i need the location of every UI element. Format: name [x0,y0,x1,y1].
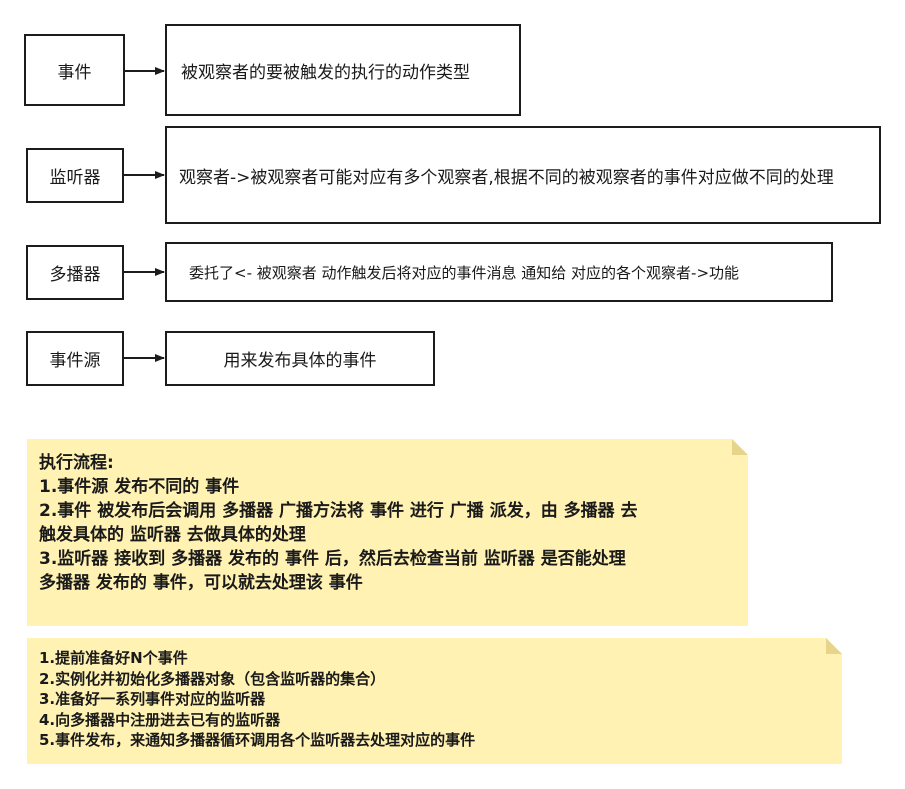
note-line: 1.事件源 发布不同的 事件 [39,477,240,497]
note-line: 多播器 发布的 事件，可以就去处理该 事件 [39,573,363,593]
note-line: 4.向多播器中注册进去已有的监听器 [39,710,281,729]
note-line: 2.事件 被发布后会调用 多播器 广播方法将 事件 进行 广播 派发，由 多播器… [39,501,638,521]
note-line: 3.准备好一系列事件对应的监听器 [39,690,266,708]
note-line: 2.实例化并初始化多播器对象（包含监听器的集合） [39,669,386,688]
note-line: 3.监听器 接收到 多播器 发布的 事件 后，然后去检查当前 监听器 是否能处理 [39,549,626,569]
note-line: 5.事件发布，来通知多播器循环调用各个监听器去处理对应的事件 [39,731,476,749]
execution-flow-note: 执行流程: 1.事件源 发布不同的 事件 2.事件 被发布后会调用 多播器 广播… [27,439,748,626]
note-line: 触发具体的 监听器 去做具体的处理 [39,525,306,545]
note-line: 1.提前准备好N个事件 [39,649,188,667]
steps-note: 1.提前准备好N个事件 2.实例化并初始化多播器对象（包含监听器的集合） 3.准… [27,638,842,764]
note-heading: 执行流程: [39,453,114,473]
